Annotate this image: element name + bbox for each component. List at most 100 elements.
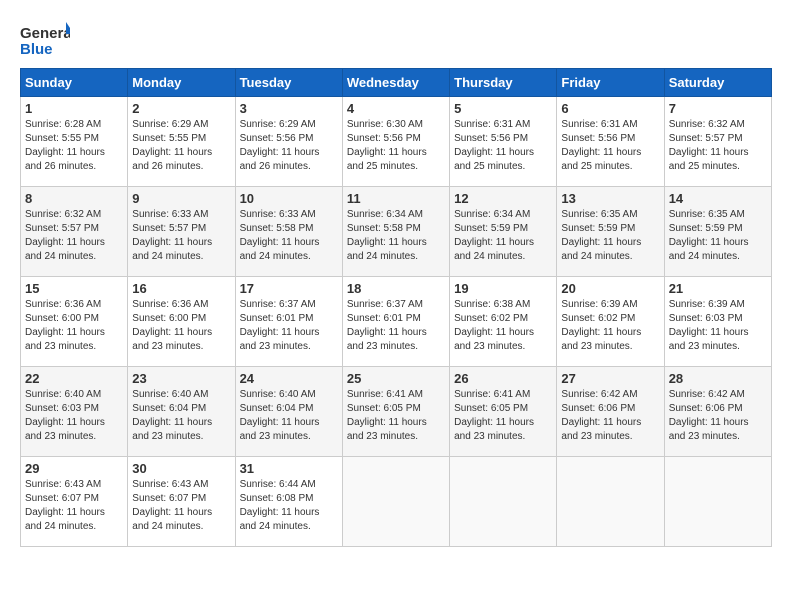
day-number: 27 bbox=[561, 371, 659, 386]
day-info: Sunrise: 6:42 AM Sunset: 6:06 PM Dayligh… bbox=[561, 388, 659, 444]
calendar-day-header: Thursday bbox=[450, 69, 557, 97]
day-info: Sunrise: 6:31 AM Sunset: 5:56 PM Dayligh… bbox=[454, 118, 552, 174]
calendar-body: 1 Sunrise: 6:28 AM Sunset: 5:55 PM Daylig… bbox=[21, 97, 772, 547]
calendar-day-header: Friday bbox=[557, 69, 664, 97]
calendar-day-cell: 20 Sunrise: 6:39 AM Sunset: 6:02 PM Dayli… bbox=[557, 277, 664, 367]
calendar-day-cell: 25Sunrise: 6:41 AM Sunset: 6:05 PM Dayli… bbox=[342, 367, 449, 457]
calendar-week-row: 22 Sunrise: 6:40 AM Sunset: 6:03 PM Dayli… bbox=[21, 367, 772, 457]
day-info: Sunrise: 6:35 AM Sunset: 5:59 PM Dayligh… bbox=[669, 208, 767, 264]
calendar-day-cell: 14 Sunrise: 6:35 AM Sunset: 5:59 PM Dayli… bbox=[664, 187, 771, 277]
calendar-week-row: 1 Sunrise: 6:28 AM Sunset: 5:55 PM Daylig… bbox=[21, 97, 772, 187]
day-number: 1 bbox=[25, 101, 123, 116]
svg-text:Blue: Blue bbox=[20, 41, 53, 58]
day-info: Sunrise: 6:36 AM Sunset: 6:00 PM Dayligh… bbox=[25, 298, 123, 354]
day-info: Sunrise: 6:33 AM Sunset: 5:57 PM Dayligh… bbox=[132, 208, 230, 264]
day-info: Sunrise: 6:37 AM Sunset: 6:01 PM Dayligh… bbox=[240, 298, 338, 354]
logo-text: General Blue bbox=[20, 20, 62, 58]
day-info: Sunrise: 6:43 AM Sunset: 6:07 PM Dayligh… bbox=[25, 478, 123, 534]
calendar-day-cell bbox=[557, 457, 664, 547]
calendar-day-cell: 9Sunrise: 6:33 AM Sunset: 5:57 PM Daylig… bbox=[128, 187, 235, 277]
day-info: Sunrise: 6:41 AM Sunset: 6:05 PM Dayligh… bbox=[454, 388, 552, 444]
calendar-day-cell: 13 Sunrise: 6:35 AM Sunset: 5:59 PM Dayli… bbox=[557, 187, 664, 277]
day-info: Sunrise: 6:42 AM Sunset: 6:06 PM Dayligh… bbox=[669, 388, 767, 444]
day-info: Sunrise: 6:34 AM Sunset: 5:58 PM Dayligh… bbox=[347, 208, 445, 264]
calendar-day-cell: 26 Sunrise: 6:41 AM Sunset: 6:05 PM Dayli… bbox=[450, 367, 557, 457]
day-info: Sunrise: 6:41 AM Sunset: 6:05 PM Dayligh… bbox=[347, 388, 445, 444]
day-info: Sunrise: 6:29 AM Sunset: 5:55 PM Dayligh… bbox=[132, 118, 230, 174]
day-number: 6 bbox=[561, 101, 659, 116]
calendar-day-cell: 29 Sunrise: 6:43 AM Sunset: 6:07 PM Dayli… bbox=[21, 457, 128, 547]
calendar-header-row: SundayMondayTuesdayWednesdayThursdayFrid… bbox=[21, 69, 772, 97]
day-info: Sunrise: 6:39 AM Sunset: 6:02 PM Dayligh… bbox=[561, 298, 659, 354]
day-number: 18 bbox=[347, 281, 445, 296]
day-info: Sunrise: 6:34 AM Sunset: 5:59 PM Dayligh… bbox=[454, 208, 552, 264]
day-number: 15 bbox=[25, 281, 123, 296]
calendar-day-header: Wednesday bbox=[342, 69, 449, 97]
calendar-day-cell: 22 Sunrise: 6:40 AM Sunset: 6:03 PM Dayli… bbox=[21, 367, 128, 457]
calendar-day-cell: 11 Sunrise: 6:34 AM Sunset: 5:58 PM Dayli… bbox=[342, 187, 449, 277]
day-info: Sunrise: 6:40 AM Sunset: 6:03 PM Dayligh… bbox=[25, 388, 123, 444]
calendar-day-cell: 16 Sunrise: 6:36 AM Sunset: 6:00 PM Dayli… bbox=[128, 277, 235, 367]
day-number: 23 bbox=[132, 371, 230, 386]
calendar-day-cell: 17 Sunrise: 6:37 AM Sunset: 6:01 PM Dayli… bbox=[235, 277, 342, 367]
calendar-day-cell: 12 Sunrise: 6:34 AM Sunset: 5:59 PM Dayli… bbox=[450, 187, 557, 277]
svg-text:General: General bbox=[20, 25, 70, 42]
calendar-table: SundayMondayTuesdayWednesdayThursdayFrid… bbox=[20, 68, 772, 547]
calendar-day-cell: 21 Sunrise: 6:39 AM Sunset: 6:03 PM Dayli… bbox=[664, 277, 771, 367]
day-info: Sunrise: 6:30 AM Sunset: 5:56 PM Dayligh… bbox=[347, 118, 445, 174]
calendar-day-cell: 3 Sunrise: 6:29 AM Sunset: 5:56 PM Daylig… bbox=[235, 97, 342, 187]
page-header: General Blue bbox=[20, 20, 772, 58]
calendar-day-cell: 18Sunrise: 6:37 AM Sunset: 6:01 PM Dayli… bbox=[342, 277, 449, 367]
day-number: 17 bbox=[240, 281, 338, 296]
calendar-day-cell bbox=[664, 457, 771, 547]
day-number: 12 bbox=[454, 191, 552, 206]
calendar-day-cell: 5 Sunrise: 6:31 AM Sunset: 5:56 PM Daylig… bbox=[450, 97, 557, 187]
calendar-day-cell: 19 Sunrise: 6:38 AM Sunset: 6:02 PM Dayli… bbox=[450, 277, 557, 367]
day-number: 11 bbox=[347, 191, 445, 206]
day-info: Sunrise: 6:38 AM Sunset: 6:02 PM Dayligh… bbox=[454, 298, 552, 354]
day-number: 20 bbox=[561, 281, 659, 296]
day-number: 3 bbox=[240, 101, 338, 116]
calendar-day-cell: 31Sunrise: 6:44 AM Sunset: 6:08 PM Dayli… bbox=[235, 457, 342, 547]
day-number: 4 bbox=[347, 101, 445, 116]
day-number: 14 bbox=[669, 191, 767, 206]
day-number: 5 bbox=[454, 101, 552, 116]
calendar-day-cell: 28 Sunrise: 6:42 AM Sunset: 6:06 PM Dayli… bbox=[664, 367, 771, 457]
calendar-week-row: 29 Sunrise: 6:43 AM Sunset: 6:07 PM Dayli… bbox=[21, 457, 772, 547]
day-info: Sunrise: 6:32 AM Sunset: 5:57 PM Dayligh… bbox=[25, 208, 123, 264]
day-number: 26 bbox=[454, 371, 552, 386]
day-info: Sunrise: 6:28 AM Sunset: 5:55 PM Dayligh… bbox=[25, 118, 123, 174]
calendar-day-cell: 27 Sunrise: 6:42 AM Sunset: 6:06 PM Dayli… bbox=[557, 367, 664, 457]
day-number: 13 bbox=[561, 191, 659, 206]
calendar-day-cell: 24Sunrise: 6:40 AM Sunset: 6:04 PM Dayli… bbox=[235, 367, 342, 457]
calendar-day-header: Saturday bbox=[664, 69, 771, 97]
day-number: 7 bbox=[669, 101, 767, 116]
day-number: 2 bbox=[132, 101, 230, 116]
logo-svg: General Blue bbox=[20, 20, 70, 60]
calendar-day-cell: 1 Sunrise: 6:28 AM Sunset: 5:55 PM Daylig… bbox=[21, 97, 128, 187]
day-info: Sunrise: 6:35 AM Sunset: 5:59 PM Dayligh… bbox=[561, 208, 659, 264]
day-number: 21 bbox=[669, 281, 767, 296]
calendar-day-cell: 15 Sunrise: 6:36 AM Sunset: 6:00 PM Dayli… bbox=[21, 277, 128, 367]
calendar-week-row: 15 Sunrise: 6:36 AM Sunset: 6:00 PM Dayli… bbox=[21, 277, 772, 367]
calendar-week-row: 8 Sunrise: 6:32 AM Sunset: 5:57 PM Daylig… bbox=[21, 187, 772, 277]
day-number: 22 bbox=[25, 371, 123, 386]
day-number: 29 bbox=[25, 461, 123, 476]
day-info: Sunrise: 6:32 AM Sunset: 5:57 PM Dayligh… bbox=[669, 118, 767, 174]
calendar-day-cell: 4 Sunrise: 6:30 AM Sunset: 5:56 PM Daylig… bbox=[342, 97, 449, 187]
day-number: 16 bbox=[132, 281, 230, 296]
day-number: 8 bbox=[25, 191, 123, 206]
day-info: Sunrise: 6:39 AM Sunset: 6:03 PM Dayligh… bbox=[669, 298, 767, 354]
day-info: Sunrise: 6:36 AM Sunset: 6:00 PM Dayligh… bbox=[132, 298, 230, 354]
day-number: 19 bbox=[454, 281, 552, 296]
day-number: 30 bbox=[132, 461, 230, 476]
day-info: Sunrise: 6:29 AM Sunset: 5:56 PM Dayligh… bbox=[240, 118, 338, 174]
calendar-day-header: Monday bbox=[128, 69, 235, 97]
calendar-day-cell: 2 Sunrise: 6:29 AM Sunset: 5:55 PM Daylig… bbox=[128, 97, 235, 187]
day-number: 28 bbox=[669, 371, 767, 386]
calendar-day-cell: 8 Sunrise: 6:32 AM Sunset: 5:57 PM Daylig… bbox=[21, 187, 128, 277]
day-info: Sunrise: 6:31 AM Sunset: 5:56 PM Dayligh… bbox=[561, 118, 659, 174]
calendar-day-header: Sunday bbox=[21, 69, 128, 97]
day-info: Sunrise: 6:33 AM Sunset: 5:58 PM Dayligh… bbox=[240, 208, 338, 264]
day-number: 31 bbox=[240, 461, 338, 476]
